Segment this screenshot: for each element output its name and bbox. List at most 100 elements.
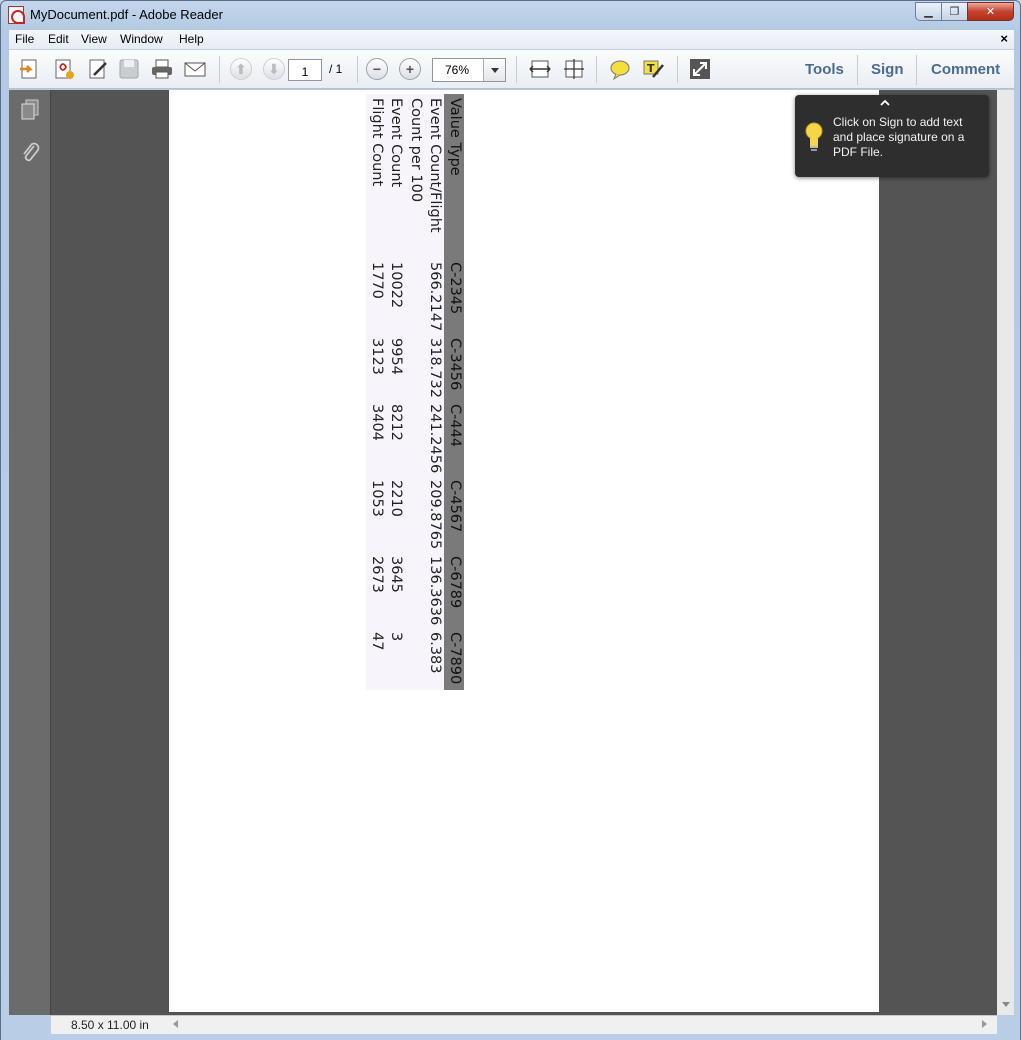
comment-pane-button[interactable]: Comment [931, 61, 1000, 78]
scroll-right-icon[interactable] [982, 1020, 991, 1028]
close-icon: ✕ [985, 6, 996, 18]
scroll-left-icon[interactable] [169, 1020, 178, 1028]
table-header-row: Value Type C-2345 C-3456 C-444 C-4567 C-… [444, 94, 464, 690]
previous-page-button[interactable]: ⬆ [230, 58, 252, 80]
toolbar-separator [219, 56, 220, 83]
minimize-button[interactable]: ▁ [915, 2, 942, 21]
table-cell: Event Count/Flight [427, 98, 444, 233]
rotated-table-area: Value Type C-2345 C-3456 C-444 C-4567 C-… [364, 94, 464, 690]
page-thumbnails-icon[interactable] [19, 98, 41, 122]
arrow-down-icon: ⬇ [268, 60, 280, 77]
table-cell: 136.3636 [427, 556, 444, 626]
table-row: Flight Count 1770 3123 3404 1053 2673 47 [366, 94, 386, 690]
toolbar-separator [357, 56, 358, 83]
table-cell: 1770 [369, 262, 385, 299]
table-header-cell: C-2345 [447, 262, 463, 315]
menu-view[interactable]: View [81, 32, 107, 46]
table-cell: 209.8765 [427, 480, 444, 550]
table-cell: 2210 [388, 480, 405, 517]
menu-help[interactable]: Help [179, 32, 204, 46]
zoom-value: 76% [445, 63, 470, 77]
maximize-button[interactable]: ❐ [941, 2, 968, 21]
page-number-input[interactable] [288, 59, 322, 81]
menu-file[interactable]: File [15, 32, 34, 46]
table-cell: 241.2456 [427, 404, 444, 474]
pdf-page: Value Type C-2345 C-3456 C-444 C-4567 C-… [169, 90, 879, 1012]
menu-edit[interactable]: Edit [48, 32, 69, 46]
next-page-button[interactable]: ⬇ [263, 58, 285, 80]
toolbar-separator [596, 56, 597, 83]
toolbar: ⬆ ⬇ − + T [9, 50, 1014, 89]
title-bar[interactable]: MyDocument.pdf - Adobe Reader ▁ ❐ ✕ [1, 1, 1020, 29]
svg-text:T: T [647, 62, 655, 75]
table-cell: 3 [388, 632, 405, 642]
toolbar-separator [916, 55, 917, 85]
table-row: Event Count 10022 9954 8212 2210 3645 3 [386, 94, 406, 690]
window-controls: ▁ ❐ ✕ [915, 2, 1014, 21]
toolbar-separator [857, 55, 858, 85]
close-window-button[interactable]: ✕ [967, 2, 1014, 21]
print-icon[interactable] [150, 57, 174, 81]
window-title: MyDocument.pdf - Adobe Reader [30, 7, 223, 22]
close-document-button[interactable]: × [1000, 31, 1008, 46]
table-cell: 2673 [369, 556, 385, 593]
expand-icon[interactable] [688, 57, 712, 81]
table-cell: 8212 [388, 404, 405, 441]
toolbar-separator [516, 56, 517, 83]
window-bottom-border [1, 1034, 1020, 1040]
zoom-in-button[interactable]: + [399, 58, 421, 80]
attachments-icon[interactable] [19, 140, 41, 164]
table-cell: Flight Count [369, 98, 385, 187]
zoom-out-button[interactable]: − [366, 58, 388, 80]
vertical-scrollbar[interactable] [997, 90, 1014, 1015]
open-file-icon[interactable] [18, 57, 42, 81]
table-cell: 318.732 [427, 338, 444, 398]
fit-page-icon[interactable] [562, 57, 586, 81]
collapse-caret-icon[interactable] [880, 98, 890, 108]
table-cell: 9954 [388, 338, 405, 375]
menu-window[interactable]: Window [120, 32, 163, 46]
minus-icon: − [372, 61, 382, 77]
table-header-cell: C-6789 [447, 556, 463, 609]
app-window: MyDocument.pdf - Adobe Reader ▁ ❐ ✕ File… [0, 0, 1021, 1040]
page-total-label: / 1 [329, 62, 343, 76]
menu-bar: File Edit View Window Help × [9, 30, 1014, 50]
document-view[interactable]: Value Type C-2345 C-3456 C-444 C-4567 C-… [51, 90, 997, 1015]
page-size-label: 8.50 x 11.00 in [71, 1018, 149, 1032]
table-row: Event Count/Flight 566.2147 318.732 241.… [425, 94, 445, 690]
sticky-note-icon[interactable] [608, 57, 632, 81]
table-cell: 47 [369, 632, 385, 651]
lightbulb-icon [805, 122, 823, 151]
tools-pane-button[interactable]: Tools [805, 61, 844, 78]
table-row: Count per 100 [405, 94, 425, 690]
data-table: Value Type C-2345 C-3456 C-444 C-4567 C-… [364, 94, 464, 690]
navigation-panel [9, 90, 51, 1015]
email-icon[interactable] [183, 57, 207, 81]
table-cell: 3123 [369, 338, 385, 375]
table-cell: Count per 100 [408, 98, 424, 203]
sign-pane-button[interactable]: Sign [871, 61, 904, 78]
table-header-cell: C-3456 [447, 338, 463, 391]
edit-document-icon[interactable] [86, 57, 110, 81]
table-cell: Event Count [388, 98, 405, 188]
table-header-cell: C-4567 [447, 480, 463, 533]
chevron-down-icon[interactable] [483, 59, 505, 81]
fit-width-icon[interactable] [528, 57, 552, 81]
sign-tooltip[interactable]: Click on Sign to add text and place sign… [795, 95, 989, 177]
tooltip-text: Click on Sign to add text and place sign… [833, 115, 965, 159]
table-cell: 10022 [388, 262, 405, 309]
table-header-cell: C-444 [447, 404, 463, 448]
table-cell: 1053 [369, 480, 385, 517]
table-cell: 6.383 [427, 632, 444, 674]
create-pdf-icon[interactable] [52, 57, 76, 81]
table-cell: 3404 [369, 404, 385, 441]
table-cell: 3645 [388, 556, 405, 593]
save-icon[interactable] [117, 57, 141, 81]
minimize-icon: ▁ [924, 6, 933, 18]
zoom-select[interactable]: 76% [432, 58, 506, 82]
table-cell: 566.2147 [427, 262, 444, 332]
plus-icon: + [405, 61, 415, 77]
highlight-text-icon[interactable]: T [641, 57, 665, 81]
toolbar-separator [677, 56, 678, 83]
arrow-up-icon: ⬆ [235, 60, 247, 77]
